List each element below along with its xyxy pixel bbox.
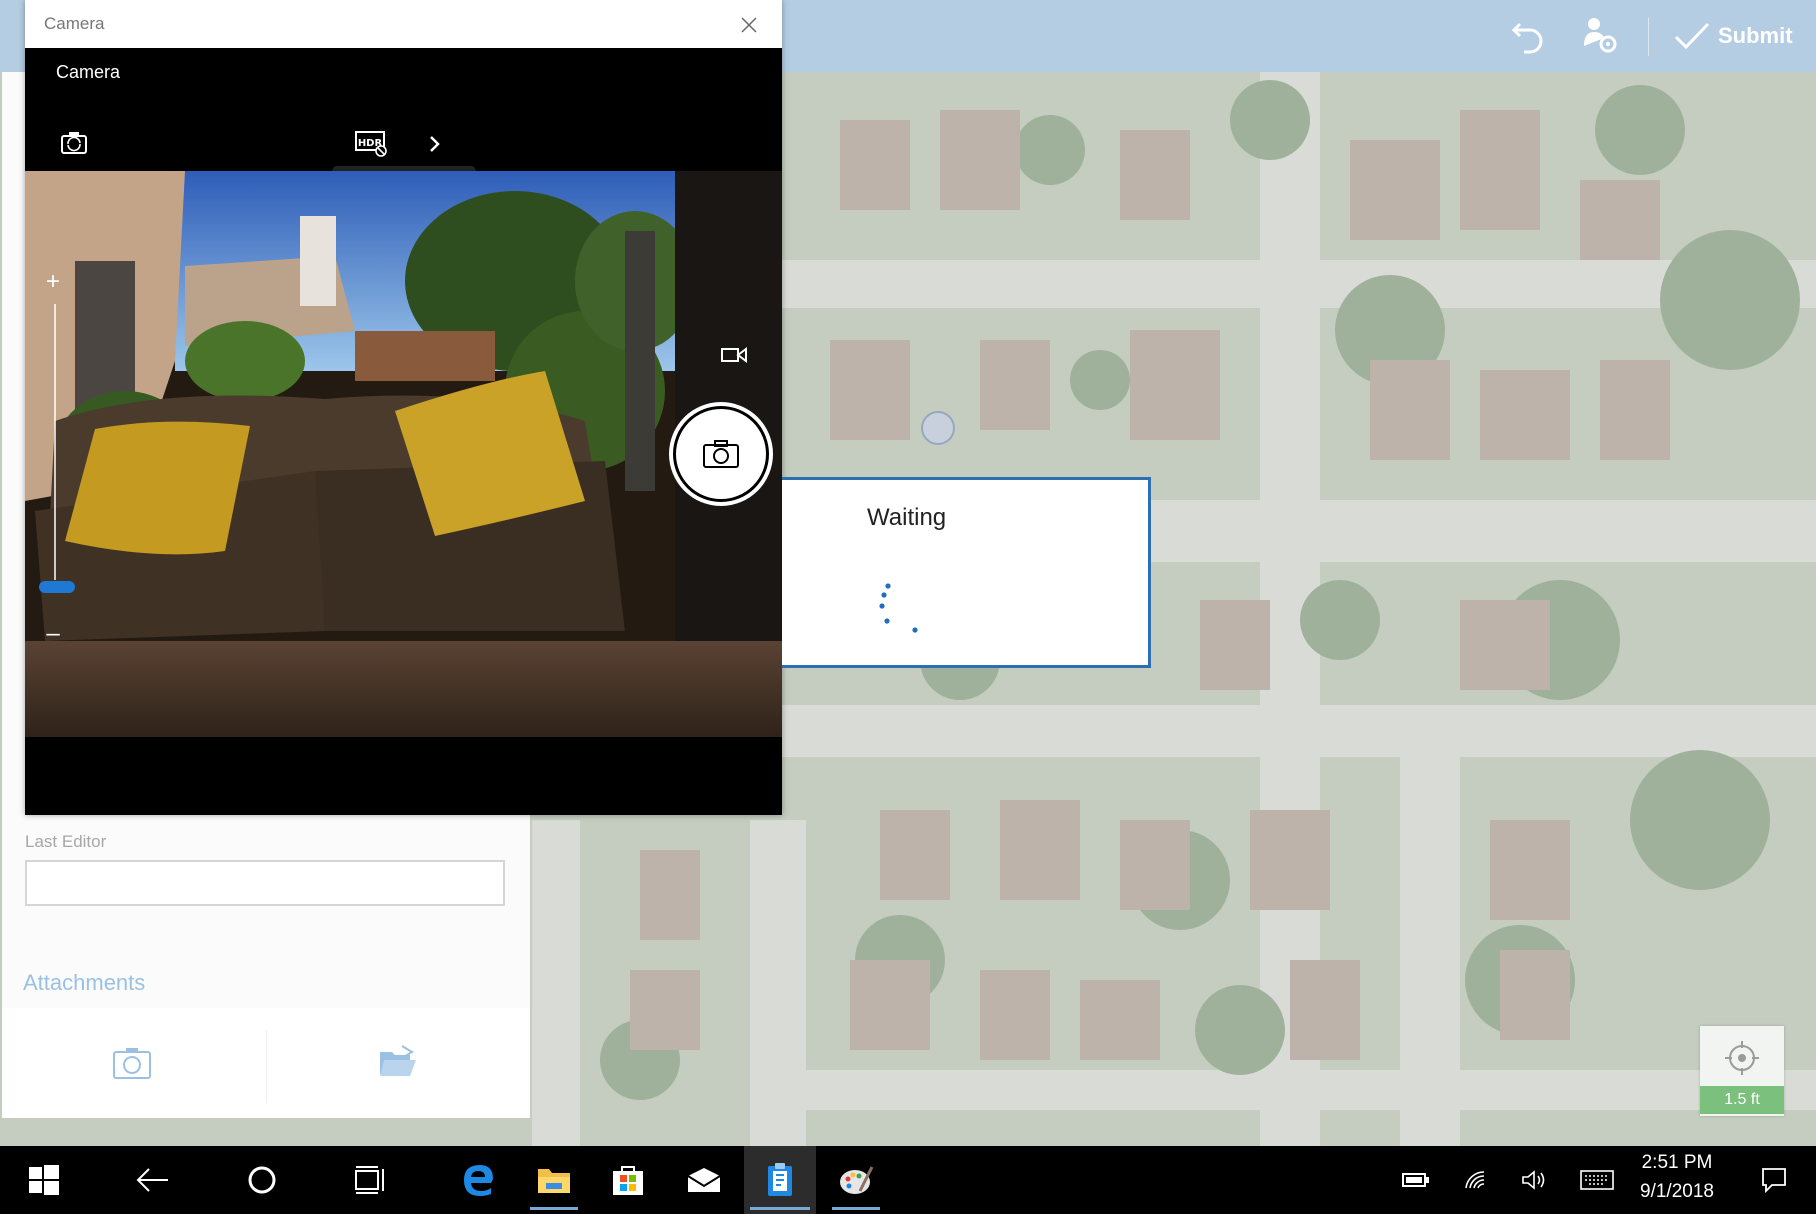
loading-spinner [879,583,918,633]
taskbar [0,1146,1816,1214]
touch-keyboard-button[interactable] [1572,1146,1622,1214]
volume-indicator[interactable] [1514,1146,1554,1214]
clock-time[interactable]: 2:51 PM [1632,1152,1722,1174]
battery-icon [1402,1173,1429,1187]
attach-file-button[interactable] [378,1044,418,1078]
shutter-ring [673,406,769,502]
cortana-button[interactable] [234,1146,290,1214]
back-button[interactable] [124,1146,180,1214]
waiting-dialog: Waiting [782,477,1151,668]
clock-date[interactable]: 9/1/2018 [1632,1181,1722,1203]
store-button[interactable] [598,1146,658,1214]
edge-button[interactable] [450,1146,506,1214]
action-center-button[interactable] [1744,1146,1804,1214]
video-mode-button[interactable] [720,345,748,365]
window-title: Camera [44,14,105,33]
running-indicator [530,1207,578,1210]
more-controls-button[interactable] [425,132,445,156]
take-photo-button[interactable] [112,1046,152,1080]
action-center-icon [1762,1168,1786,1194]
hdr-off-icon: HDR [355,131,387,157]
hdr-button[interactable]: HDR [355,130,389,158]
app-bar-separator [1648,18,1649,56]
volume-icon [1522,1170,1545,1190]
paint-button[interactable] [826,1146,886,1214]
chevron-right-icon [430,136,440,152]
camera-app-title: Camera [56,62,121,82]
zoom-out-button[interactable]: – [44,620,62,648]
paint-icon [840,1166,874,1194]
keyboard-icon [1580,1170,1614,1190]
camera-icon [703,440,739,468]
file-explorer-icon [538,1169,570,1193]
windows-start-icon [29,1165,59,1195]
mail-button[interactable] [674,1146,734,1214]
submit-button[interactable]: Submit [1674,14,1793,58]
task-view-icon [355,1166,384,1194]
video-icon [721,347,747,363]
collector-app-icon [768,1163,792,1196]
store-icon [613,1166,643,1195]
last-editor-field[interactable] [25,860,505,906]
battery-indicator[interactable] [1396,1146,1436,1214]
camera-title-bar: Camera [25,0,782,48]
person-location-icon [1584,18,1617,53]
file-explorer-button[interactable] [524,1146,584,1214]
zoom-in-button[interactable]: + [44,268,62,296]
waiting-text: Waiting [867,504,947,531]
attachment-divider [266,1030,267,1102]
submit-label: Submit [1718,23,1793,48]
undo-button[interactable] [1510,14,1546,58]
take-photo-shutter[interactable] [669,402,773,506]
network-indicator[interactable] [1456,1146,1496,1214]
switch-camera-icon [61,132,87,154]
gps-accuracy: 1.5 ft [1700,1086,1784,1114]
start-button[interactable] [16,1146,72,1214]
collector-app-button[interactable] [744,1146,816,1214]
crosshair-icon [1725,1041,1759,1075]
camera-icon [113,1048,151,1079]
task-view-button[interactable] [342,1146,398,1214]
close-button[interactable] [735,12,763,38]
attachments-heading: Attachments [23,970,146,995]
gps-settings-button[interactable] [1580,14,1620,58]
switch-camera-button[interactable] [60,130,88,156]
last-editor-label: Last Editor [25,832,107,851]
edge-icon [464,1165,493,1196]
zoom-slider-thumb[interactable] [39,581,75,593]
running-indicator [832,1207,880,1210]
camera-window: Camera Camera HDR + – [25,0,782,815]
undo-icon [1511,22,1543,54]
wifi-icon [1465,1171,1485,1189]
mail-icon [687,1168,721,1192]
zoom-slider-track[interactable] [54,304,56,580]
checkmark-icon [1674,22,1710,50]
close-icon [741,17,757,33]
active-indicator [750,1207,810,1210]
folder-open-icon [380,1045,416,1076]
cortana-icon [248,1166,276,1194]
back-arrow-icon [136,1168,168,1192]
